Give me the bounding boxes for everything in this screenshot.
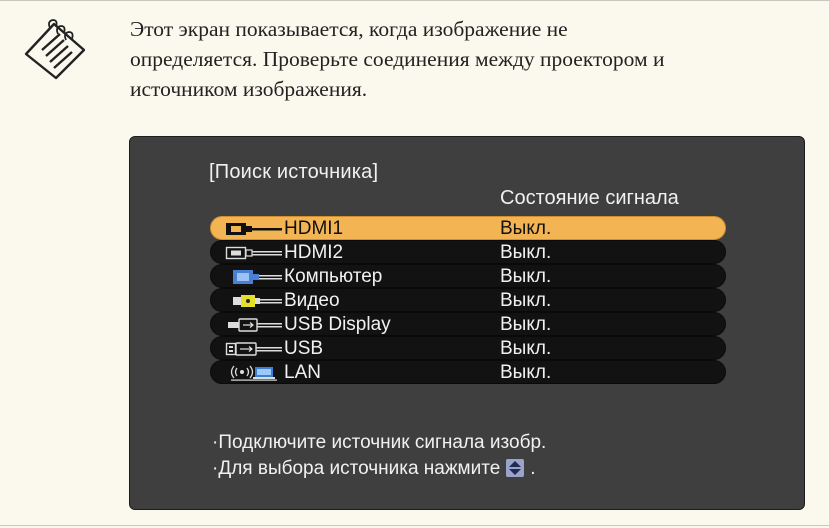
source-label: LAN xyxy=(284,362,321,383)
source-label: USB xyxy=(284,338,324,359)
source-label: Видео xyxy=(284,290,340,311)
source-label: HDMI1 xyxy=(284,218,344,239)
screen-title: [Поиск источника] xyxy=(209,161,379,183)
note-line: Этот экран показывается, когда изображен… xyxy=(130,17,568,41)
source-row-computer[interactable]: Компьютер Выкл. xyxy=(210,264,726,288)
source-row-video[interactable]: Видео Выкл. xyxy=(210,288,726,312)
source-status: Выкл. xyxy=(500,266,552,287)
source-label: HDMI2 xyxy=(284,242,344,263)
source-status: Выкл. xyxy=(500,362,552,383)
usb-icon xyxy=(225,342,282,356)
composite-video-icon xyxy=(233,295,282,307)
source-search-screen: [Поиск источника] Состояние сигнала HDMI… xyxy=(129,136,805,510)
hdmi-icon xyxy=(226,223,282,235)
signal-status-header: Состояние сигнала xyxy=(500,187,679,209)
wireless-lan-icon xyxy=(230,365,277,381)
note-icon xyxy=(24,19,86,80)
source-row-usb-display[interactable]: USB Display Выкл. xyxy=(210,312,726,336)
note-line: определяется. Проверьте соединения между… xyxy=(130,47,665,71)
source-list: HDMI1 Выкл. HDMI2 Выкл. Компьютер Выкл. … xyxy=(210,216,726,384)
usb-display-icon xyxy=(228,318,282,332)
source-status: Выкл. xyxy=(500,242,552,263)
source-status: Выкл. xyxy=(500,218,552,239)
hdmi-icon xyxy=(225,246,282,260)
note-line: источником изображения. xyxy=(130,77,368,101)
hint-period: . xyxy=(530,458,536,479)
source-label: Компьютер xyxy=(284,266,383,287)
source-row-usb[interactable]: USB Выкл. xyxy=(210,336,726,360)
source-row-hdmi1[interactable]: HDMI1 Выкл. xyxy=(210,216,726,240)
source-status: Выкл. xyxy=(500,338,552,359)
hint-select: ·Для выбора источника нажмите xyxy=(212,458,501,479)
source-status: Выкл. xyxy=(500,314,552,335)
source-row-lan[interactable]: LAN Выкл. xyxy=(210,360,726,384)
manual-page: Этот экран показывается, когда изображен… xyxy=(0,0,829,528)
hint-text: ·Подключите источник сигнала изобр. ·Для… xyxy=(212,430,546,482)
source-label: USB Display xyxy=(284,314,391,335)
vga-computer-icon xyxy=(233,270,282,284)
hint-select-line: ·Для выбора источника нажмите. xyxy=(212,456,546,482)
hint-connect: ·Подключите источник сигнала изобр. xyxy=(212,432,547,453)
source-status: Выкл. xyxy=(500,290,552,311)
source-row-hdmi2[interactable]: HDMI2 Выкл. xyxy=(210,240,726,264)
up-down-arrow-icon xyxy=(506,458,525,477)
note-text: Этот экран показывается, когда изображен… xyxy=(130,14,820,104)
